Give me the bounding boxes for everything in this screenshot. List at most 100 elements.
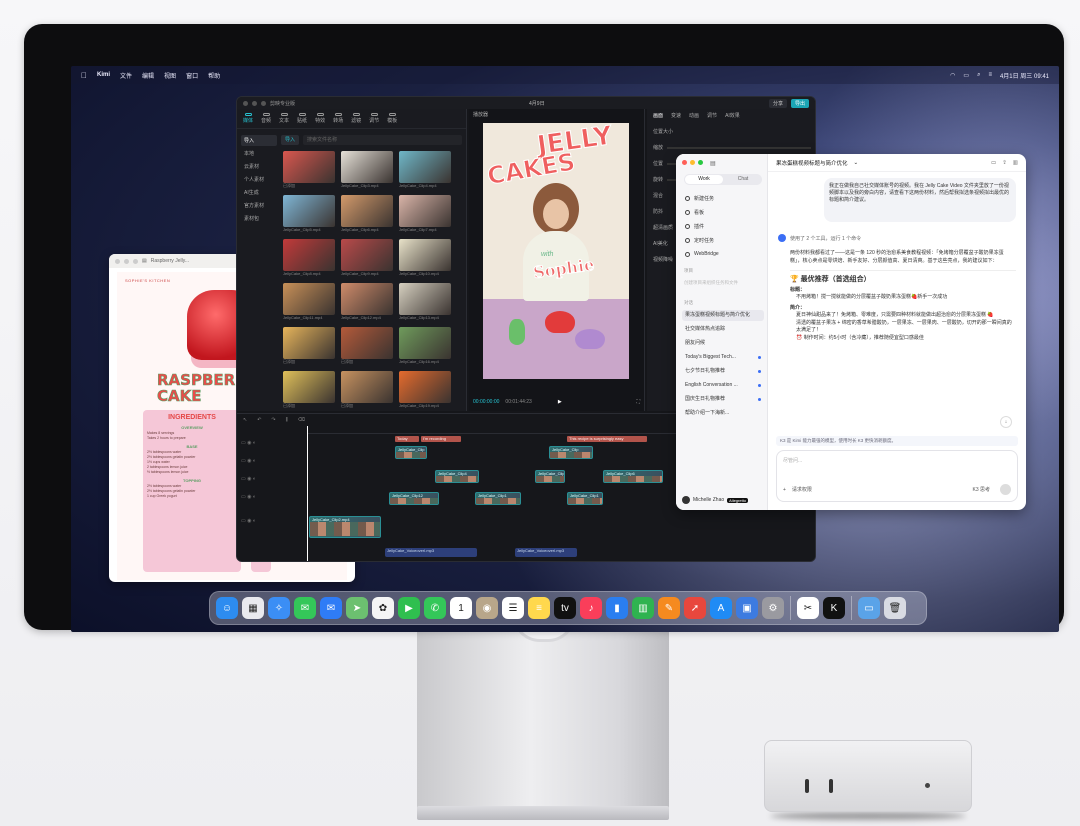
tab-ai-effects[interactable]: AI效果 [725,112,740,119]
capcut-icon[interactable]: ✂ [797,597,819,619]
facetime-icon[interactable]: ▶ [398,597,420,619]
tool-transitions[interactable]: 转场 [333,113,343,124]
folder-icon[interactable]: ▭ [991,160,996,166]
nav-new-task[interactable]: 新建任务 [682,192,764,204]
prop-row[interactable]: 缩放 [653,141,811,154]
notes-icon[interactable]: ≡ [528,597,550,619]
video-clip[interactable]: JellyCake_Clip6 [603,470,663,483]
minimize-button[interactable] [124,258,129,264]
tool-templates[interactable]: 模板 [387,113,397,124]
keynote-icon[interactable]: ▮ [606,597,628,619]
media-thumbnail[interactable]: 已添加 [341,371,393,411]
tool-media[interactable]: 媒体 [243,113,253,124]
media-thumbnail[interactable]: JellyCake_Clip6.mp4 [341,195,393,235]
nav-ai[interactable]: AI生成 [241,187,277,198]
history-item[interactable]: 国庆生日礼物推荐 [682,394,764,405]
nav-webbridge[interactable]: WebBridge [682,248,764,260]
nav-import[interactable]: 导入 [241,135,277,146]
tv-icon[interactable]: tv [554,597,576,619]
media-thumbnail[interactable]: JellyCake_Clip19.mp4 [399,371,451,411]
playhead[interactable] [307,426,308,561]
nav-official[interactable]: 官方素材 [241,200,277,211]
media-thumbnail[interactable]: 已添加 [341,327,393,367]
nav-local[interactable]: 本地 [241,148,277,159]
video-clip[interactable]: JellyCake_Clip [395,446,427,459]
user-profile[interactable]: Michelle Zhao Allegretto [682,496,749,504]
sidebar-icon[interactable]: ▤ [142,258,147,264]
text-clip[interactable]: Today [395,436,419,442]
history-item[interactable]: English Conversation ... [682,380,764,391]
undo-icon[interactable]: ↶ [257,417,261,423]
project-title[interactable]: 4月9日 [529,100,545,107]
fullscreen-icon[interactable]: ⛶ [636,399,640,405]
tool-filters[interactable]: 滤镜 [351,113,361,124]
media-thumbnail[interactable]: JellyCake_Clip5.mp4 [283,195,335,235]
nav-scheduled[interactable]: 定时任务 [682,234,764,246]
rocket-icon[interactable]: ➚ [684,597,706,619]
panel-icon[interactable]: ▥ [1013,160,1018,166]
prop-slider[interactable] [667,146,811,149]
split-icon[interactable]: ⫼ [286,417,288,423]
history-item[interactable]: 果冻蛋糕视频标题与简介优化 [682,310,764,321]
wifi-icon[interactable]: ◠ [950,72,955,79]
close-button[interactable] [682,160,687,165]
tool-audio[interactable]: 音频 [261,113,271,124]
media-search-input[interactable]: 搜索文件名称 [303,135,462,145]
minimize-button[interactable] [690,160,695,165]
media-thumbnail[interactable]: JellyCake_Clip7.mp4 [399,195,451,235]
media-thumbnail[interactable]: JellyCake_Clip13.mp4 [399,283,451,323]
control-center-icon[interactable]: ≡ [988,72,992,78]
send-button[interactable] [1000,484,1011,495]
close-button[interactable] [115,258,120,264]
main-video-clip[interactable]: JellyCake_Clip2.mp4 [309,516,381,538]
history-item[interactable]: Today's Biggest Tech... [682,352,764,363]
tool-sticker[interactable]: 贴纸 [297,113,307,124]
phone-icon[interactable]: ✆ [424,597,446,619]
nav-packs[interactable]: 素材包 [241,213,277,224]
maps-icon[interactable]: ➤ [346,597,368,619]
finder-icon[interactable]: ☺ [216,597,238,619]
menu-window[interactable]: 窗口 [186,71,198,80]
zoom-button[interactable] [133,258,138,264]
calendar-icon[interactable]: 1 [450,597,472,619]
photos-icon[interactable]: ✿ [372,597,394,619]
media-thumbnail[interactable]: 已添加 [283,327,335,367]
media-thumbnail[interactable]: JellyCake_Clip3.mp4 [341,151,393,191]
mail-icon[interactable]: ✉ [320,597,342,619]
app-menu[interactable]: Kimi [97,72,110,78]
clock[interactable]: 4月1日 周三 09:41 [1000,71,1049,80]
redo-icon[interactable]: ↷ [271,417,275,423]
video-clip[interactable]: JellyCake_Clip4 [435,470,479,483]
track-header[interactable]: ▭ ◉ ◐ [241,476,291,484]
menu-edit[interactable]: 编辑 [142,71,154,80]
audio-clip[interactable]: JellyCake_VoiceoverI.mp3 [385,548,477,557]
tool-usage-note[interactable]: 使用了 2 个工具，运行 1 个命令 [778,234,861,242]
reminders-icon[interactable]: ☰ [502,597,524,619]
video-clip[interactable]: JellyCake_Clip [549,446,593,459]
model-select[interactable]: K3 思考 [972,486,990,493]
projects-hint[interactable]: 创建项目来组织任务和文件 [684,280,738,286]
music-icon[interactable]: ♪ [580,597,602,619]
close-button[interactable] [243,100,248,106]
share-icon[interactable]: ⇪ [1002,160,1007,166]
media-thumbnail[interactable]: JellyCake_Clip9.mp4 [341,239,393,279]
text-clip[interactable]: I'm recording [421,436,461,442]
permission-mode[interactable]: 请求权限 [792,486,812,493]
track-header[interactable]: ▭ ◉ ◐ [241,518,291,526]
search-icon[interactable]: ⌕ [977,72,980,79]
export-button[interactable]: 导出 [790,98,809,108]
minimize-button[interactable] [252,100,257,106]
tab-speed[interactable]: 变速 [671,112,681,119]
zoom-button[interactable] [261,100,266,106]
nav-plugins[interactable]: 插件 [682,220,764,232]
launchpad-icon[interactable]: ▦ [242,597,264,619]
prop-row[interactable]: 位置大小 [653,125,811,138]
video-preview[interactable]: JELLY CAKES with Sophie [483,123,629,379]
mode-chat[interactable]: Chat [724,174,762,185]
history-item[interactable]: 朋友问候 [682,338,764,349]
mode-work[interactable]: Work [685,175,723,184]
chat-input[interactable]: 尽管问... + 请求权限 K3 思考 [776,450,1018,502]
kimi-window[interactable]: ▤ Work Chat 新建任务 看板 插件 定时任务 WebBridge 项目… [676,154,1026,510]
delete-icon[interactable]: ⌫ [298,417,305,423]
scroll-down-icon[interactable]: ↓ [1000,416,1012,428]
